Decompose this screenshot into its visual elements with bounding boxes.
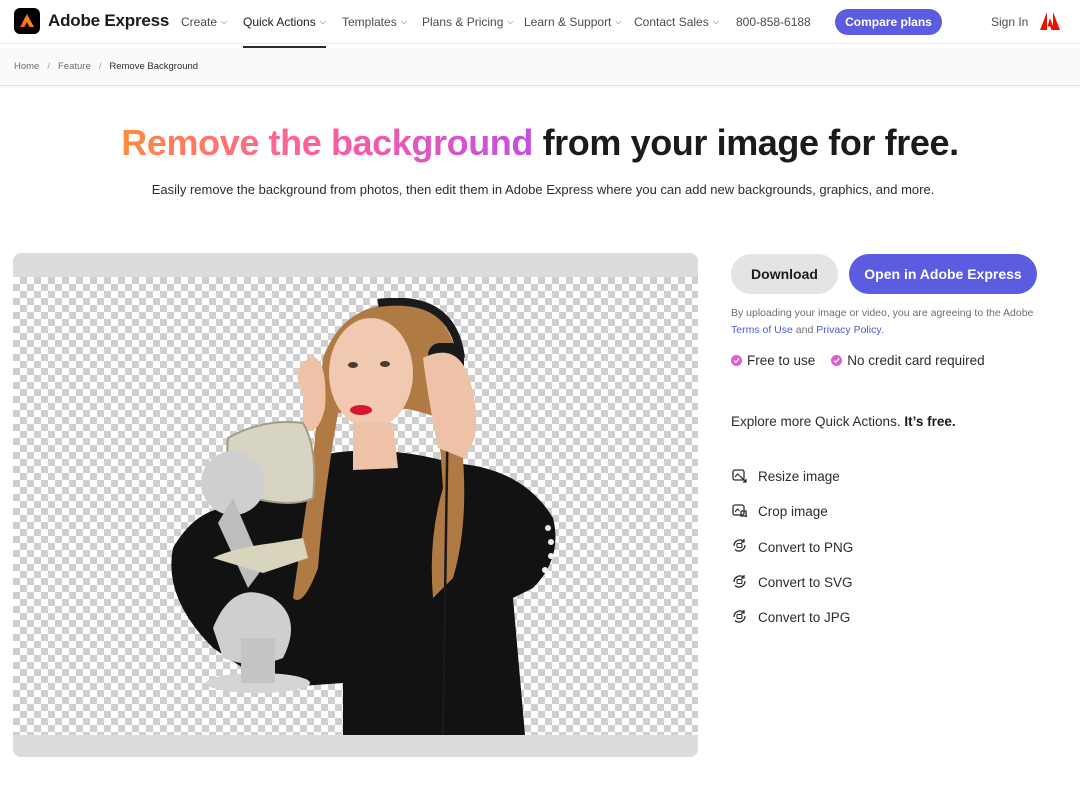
sign-in-link[interactable]: Sign In [991,0,1028,44]
explore-text: Explore more Quick Actions. [731,414,901,429]
perk-label: Free to use [747,353,816,368]
quick-action-convert-to-jpg[interactable]: Convert to JPG [731,600,853,635]
explore-bold: It’s free. [904,414,956,429]
crop-icon [731,502,748,522]
headline-highlight: Remove the background [121,122,533,163]
breadcrumb-bar: Home / Feature / Remove Background [0,48,1080,86]
legal-and: and [795,324,814,336]
brand[interactable]: Adobe Express [14,8,169,34]
page-subtitle: Easily remove the background from photos… [151,182,935,197]
legal-notice: By uploading your image or video, you ar… [731,305,1051,339]
explore-quick-actions: Explore more Quick Actions. It’s free. [731,414,956,429]
download-button[interactable]: Download [731,254,838,294]
background-removed-photo [171,298,556,735]
adobe-express-logo-icon [14,8,40,34]
convert-icon [731,537,748,557]
compare-plans-button[interactable]: Compare plans [835,9,942,35]
quick-action-convert-to-png[interactable]: Convert to PNG [731,530,853,565]
nav-label: Quick Actions [243,15,316,29]
chevron-down-icon: ⌵ [400,17,407,26]
quick-action-label: Resize image [758,469,840,485]
nav-label: Plans & Pricing [422,15,504,29]
legal-prefix: By uploading your image or video, you ar… [731,307,1034,319]
breadcrumb-separator: / [98,61,102,72]
perk-free: Free to use [731,353,815,368]
quick-actions-list: Resize image Crop image Convert to PNG C… [731,459,853,635]
quick-action-label: Convert to PNG [758,539,854,555]
top-navigation: Adobe Express Create ⌵ Quick Actions ⌵ Tem… [0,0,1080,48]
nav-contact-sales[interactable]: Contact Sales ⌵ [634,0,719,44]
chevron-down-icon: ⌵ [615,17,622,26]
quick-action-label: Convert to JPG [758,610,851,626]
quick-action-crop-image[interactable]: Crop image [731,494,853,529]
nav-label: Create [181,15,218,29]
nav-plans-pricing[interactable]: Plans & Pricing ⌵ [422,0,513,44]
brand-name: Adobe Express [48,11,170,30]
chevron-down-icon: ⌵ [319,17,326,26]
perks-list: Free to use No credit card required [731,353,985,368]
nav-templates[interactable]: Templates ⌵ [342,0,407,44]
privacy-policy-link[interactable]: Privacy Policy [816,324,881,336]
convert-icon [731,573,748,593]
chevron-down-icon: ⌵ [221,17,228,26]
page-title: Remove the background from your image fo… [0,122,1080,164]
headline-rest: from your image for free. [532,122,960,163]
nav-quick-actions[interactable]: Quick Actions ⌵ [243,0,326,48]
terms-of-use-link[interactable]: Terms of Use [731,324,793,336]
quick-action-label: Crop image [758,504,828,520]
perk-no-credit-card: No credit card required [831,353,985,368]
breadcrumb: Home / Feature / Remove Background [14,61,198,72]
checkmark-icon [731,355,742,366]
nav-create[interactable]: Create ⌵ [181,0,227,44]
nav-label: Learn & Support [524,15,612,29]
breadcrumb-feature[interactable]: Feature [58,61,91,72]
nav-label: Templates [342,15,397,29]
perk-label: No credit card required [847,353,985,368]
open-in-adobe-express-button[interactable]: Open in Adobe Express [849,254,1037,294]
quick-action-label: Convert to SVG [758,575,853,591]
legal-suffix: . [880,324,884,336]
checkmark-icon [831,355,843,366]
nav-learn-support[interactable]: Learn & Support ⌵ [524,0,621,44]
nav-label: Contact Sales [634,15,709,29]
adobe-logo-icon[interactable] [1039,10,1061,32]
breadcrumb-current: Remove Background [109,61,199,72]
quick-action-resize-image[interactable]: Resize image [731,459,853,494]
breadcrumb-home[interactable]: Home [14,61,39,72]
chevron-down-icon: ⌵ [507,17,514,26]
breadcrumb-separator: / [47,61,50,72]
image-preview-panel [13,253,698,757]
chevron-down-icon: ⌵ [712,17,719,26]
convert-icon [731,608,748,628]
quick-action-convert-to-svg[interactable]: Convert to SVG [731,565,853,600]
phone-number-link[interactable]: 800-858-6188 [736,0,811,44]
resize-icon [731,467,748,487]
